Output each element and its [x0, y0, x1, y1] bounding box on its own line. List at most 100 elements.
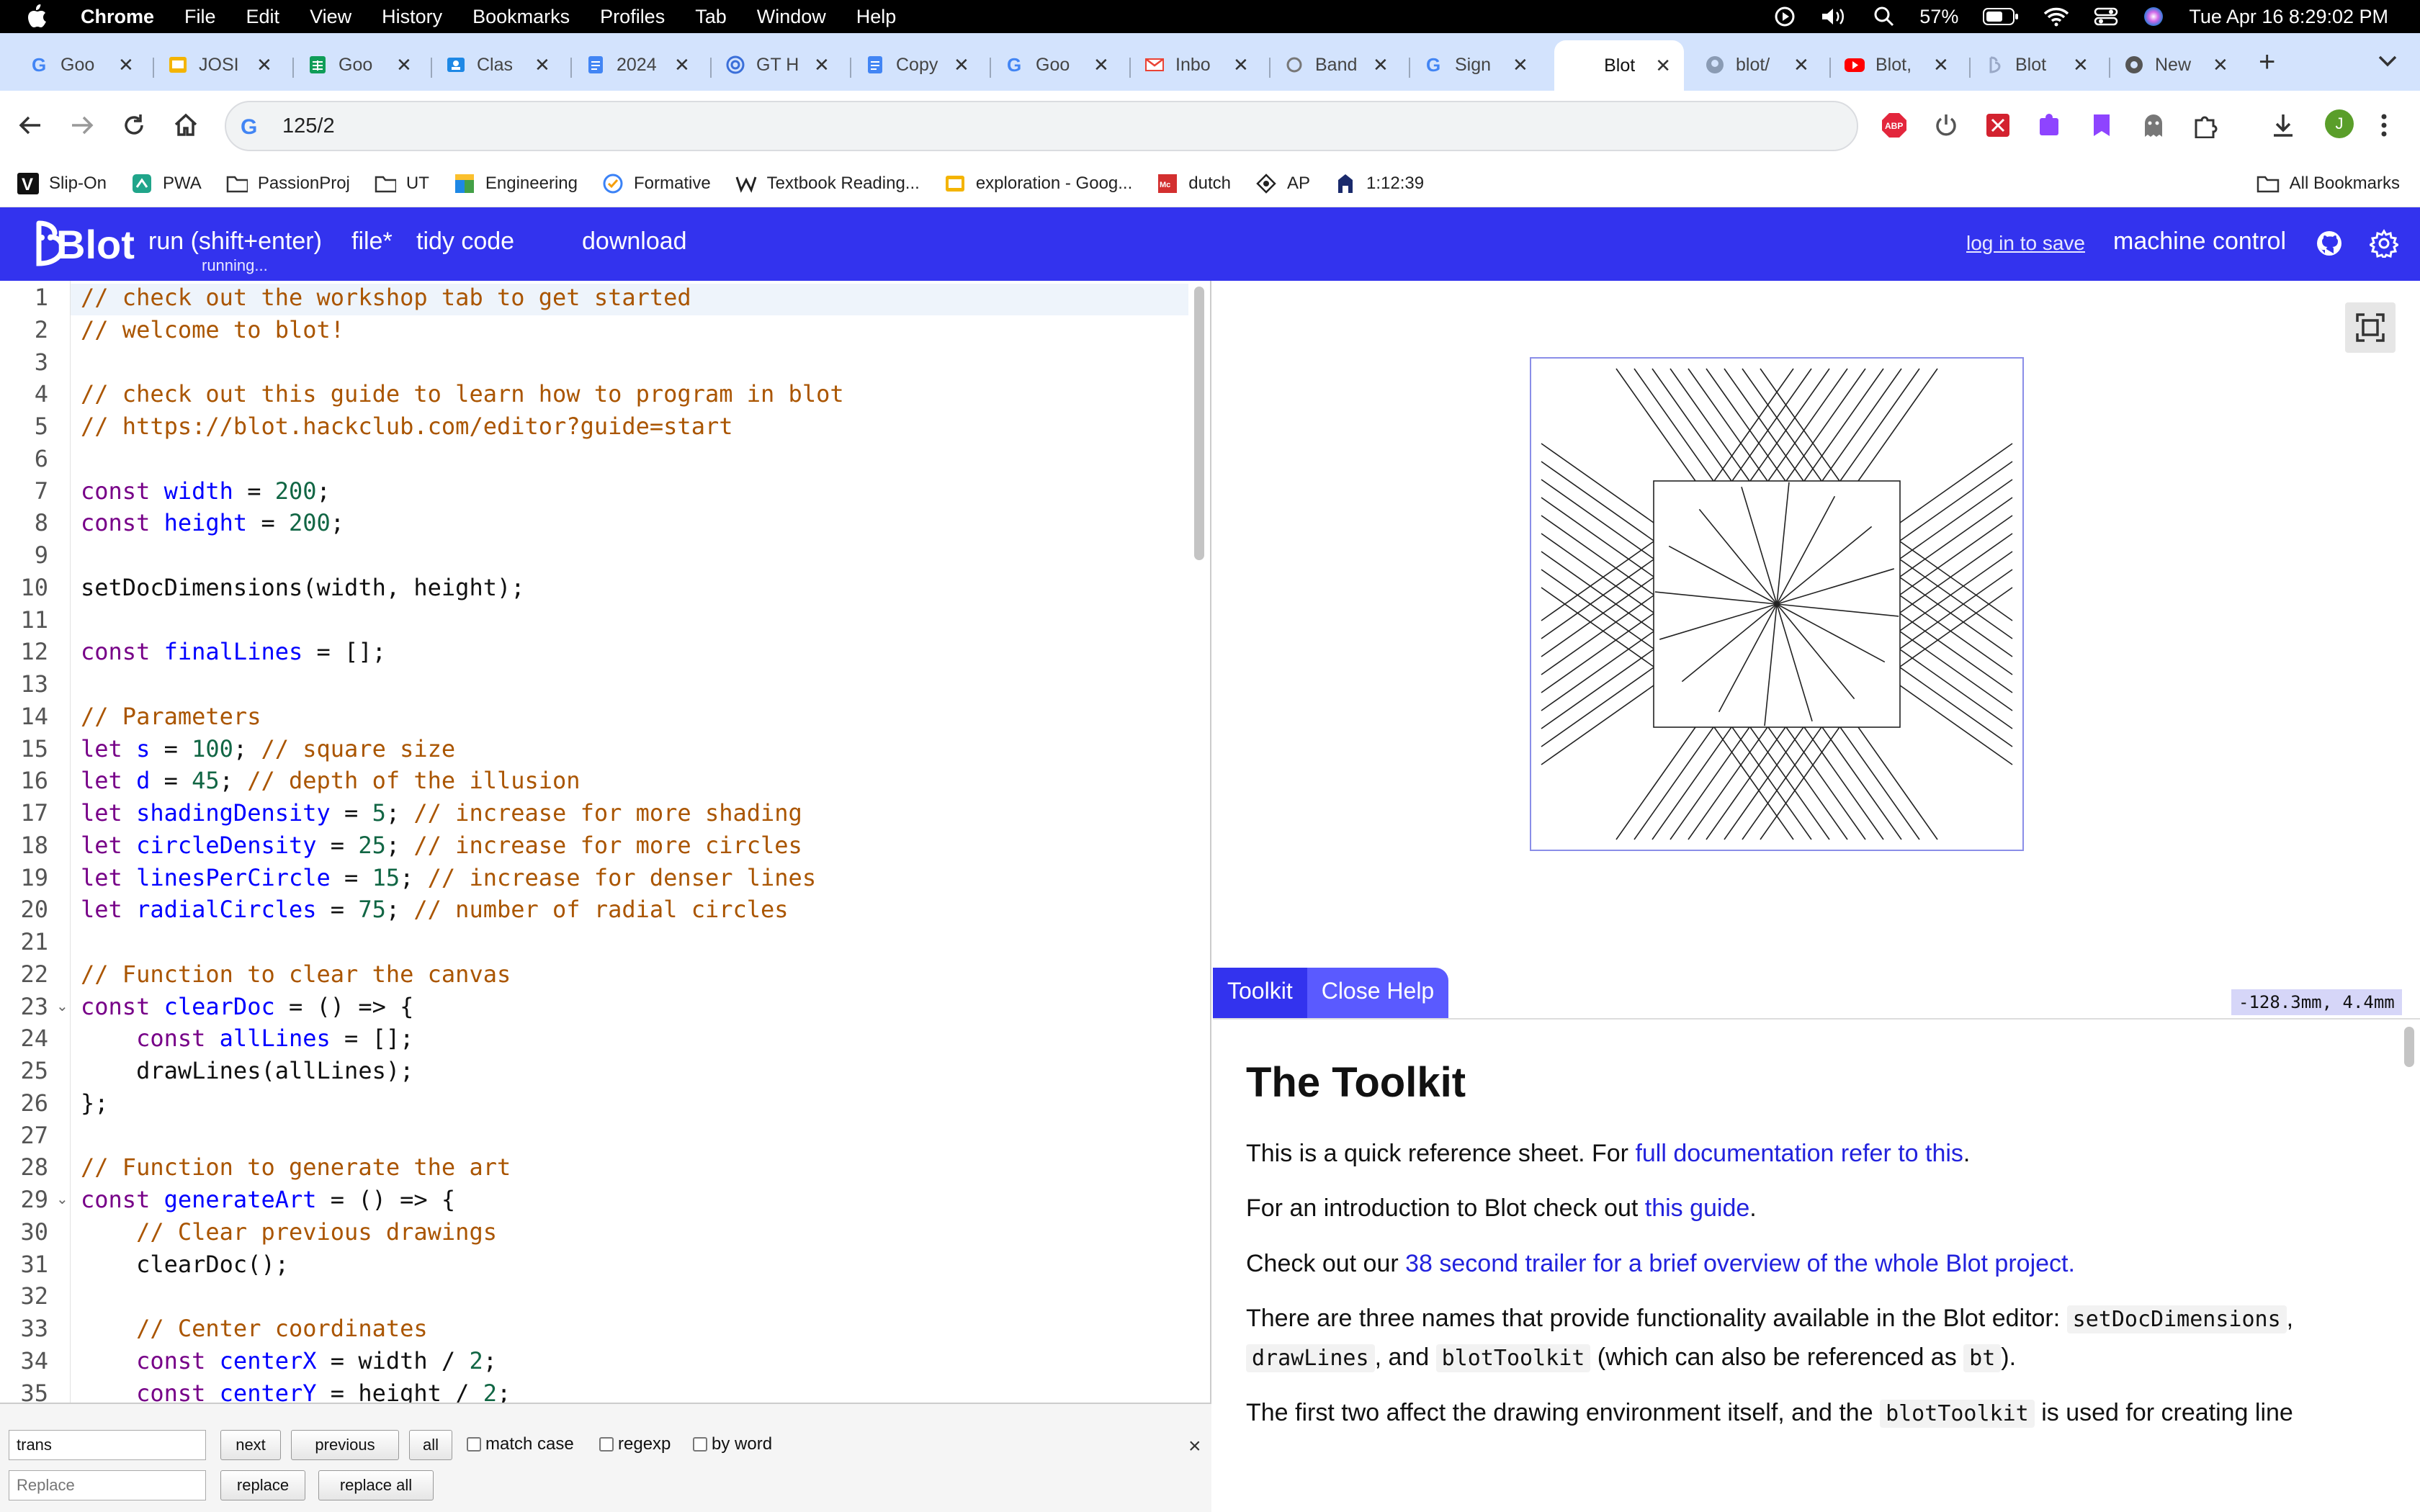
machine-control-button[interactable]: machine control: [2113, 228, 2286, 256]
download-button[interactable]: download: [582, 228, 687, 256]
browser-tab[interactable]: G Sign ✕: [1423, 43, 1528, 86]
close-tab-icon[interactable]: ✕: [396, 54, 412, 76]
menu-bookmarks[interactable]: Bookmarks: [472, 6, 570, 28]
fold-chevron-icon[interactable]: ⌄: [56, 997, 68, 1015]
bookmark-ap[interactable]: AP: [1255, 173, 1310, 194]
bookmark-exploration[interactable]: exploration - Goog...: [944, 173, 1132, 194]
code-line[interactable]: // welcome to blot!: [81, 316, 344, 343]
search-all-button[interactable]: all: [409, 1430, 452, 1460]
bookmark-formative[interactable]: Formative: [602, 173, 711, 194]
code-line[interactable]: clearDoc();: [81, 1251, 289, 1278]
reload-icon[interactable]: [120, 111, 148, 140]
address-bar[interactable]: G 125/2: [225, 101, 1858, 151]
code-line[interactable]: setDocDimensions(width, height);: [81, 574, 525, 601]
menu-app-chrome[interactable]: Chrome: [81, 6, 154, 28]
blot-logo[interactable]: Blot: [27, 217, 135, 271]
close-tab-icon[interactable]: ✕: [256, 54, 272, 76]
code-line[interactable]: // check out the workshop tab to get sta…: [81, 284, 691, 311]
browser-tab[interactable]: Copy ✕: [864, 43, 969, 86]
code-line[interactable]: let circleDensity = 25; // increase for …: [81, 832, 802, 859]
wifi-icon[interactable]: [2043, 6, 2069, 27]
close-tab-icon[interactable]: ✕: [674, 54, 690, 76]
back-arrow-icon[interactable]: [16, 111, 45, 140]
code-line[interactable]: // Clear previous drawings: [81, 1218, 497, 1246]
extension-puzzle-purple-icon[interactable]: [2037, 112, 2063, 138]
code-line[interactable]: let shadingDensity = 5; // increase for …: [81, 799, 802, 827]
login-link[interactable]: log in to save: [1966, 232, 2085, 255]
battery-icon[interactable]: [1983, 7, 2019, 26]
drawing-canvas[interactable]: [1530, 357, 2024, 851]
code-line[interactable]: // https://blot.hackclub.com/editor?guid…: [81, 413, 732, 440]
browser-tab[interactable]: New ✕: [2123, 43, 2228, 86]
checkbox-box[interactable]: [599, 1437, 614, 1452]
new-tab-plus-icon[interactable]: +: [2259, 46, 2275, 78]
editor-vertical-scrollbar[interactable]: [1194, 287, 1204, 560]
replace-input[interactable]: [9, 1470, 206, 1500]
tab-close-help[interactable]: Close Help: [1307, 968, 1449, 1018]
code-line[interactable]: const allLines = [];: [81, 1025, 413, 1052]
home-icon[interactable]: [171, 111, 200, 140]
browser-tab[interactable]: GT H ✕: [725, 43, 830, 86]
fold-chevron-icon[interactable]: ⌄: [56, 1190, 68, 1208]
siri-icon[interactable]: [2143, 6, 2164, 27]
close-tab-icon[interactable]: ✕: [954, 54, 969, 76]
full-documentation-link[interactable]: full documentation refer to this: [1635, 1140, 1963, 1167]
guide-link[interactable]: this guide: [1645, 1194, 1750, 1222]
menu-window[interactable]: Window: [757, 6, 826, 28]
search-next-button[interactable]: next: [220, 1430, 281, 1460]
code-line[interactable]: const finalLines = [];: [81, 638, 386, 665]
code-line[interactable]: // Center coordinates: [81, 1315, 428, 1342]
menu-profiles[interactable]: Profiles: [600, 6, 665, 28]
code-line[interactable]: // Function to generate the art: [81, 1153, 511, 1181]
code-line[interactable]: const clearDoc = () => {: [81, 993, 413, 1020]
browser-tab[interactable]: Goo ✕: [307, 43, 412, 86]
checkbox-box[interactable]: [467, 1437, 481, 1452]
browser-tab[interactable]: 2024 ✕: [585, 43, 690, 86]
close-tab-icon[interactable]: ✕: [1655, 55, 1671, 77]
download-icon[interactable]: [2270, 112, 2296, 138]
kebab-menu-icon[interactable]: [2377, 112, 2391, 138]
close-tab-icon[interactable]: ✕: [118, 54, 134, 76]
trailer-link[interactable]: 38 second trailer for a brief overview o…: [1405, 1250, 2075, 1277]
extension-bookmark-purple-icon[interactable]: [2089, 112, 2115, 138]
all-bookmarks[interactable]: All Bookmarks: [2257, 174, 2400, 194]
browser-tab[interactable]: blot/ ✕: [1704, 43, 1809, 86]
forward-arrow-icon[interactable]: [68, 111, 97, 140]
browser-tab[interactable]: G Goo ✕: [1004, 43, 1109, 86]
replace-all-button[interactable]: replace all: [318, 1470, 434, 1500]
bookmark-slip-on[interactable]: V Slip-On: [17, 172, 107, 194]
close-tab-icon[interactable]: ✕: [1093, 54, 1109, 76]
code-line[interactable]: };: [81, 1089, 109, 1117]
tab-toolkit[interactable]: Toolkit: [1213, 968, 1307, 1018]
gear-icon[interactable]: [2370, 229, 2398, 258]
extensions-puzzle-icon[interactable]: [2192, 112, 2218, 138]
github-icon[interactable]: [2315, 229, 2344, 258]
address-url[interactable]: 125/2: [282, 114, 335, 138]
bookmark-textbook[interactable]: Textbook Reading...: [735, 173, 920, 194]
replace-button[interactable]: replace: [220, 1470, 305, 1500]
search-previous-button[interactable]: previous: [291, 1430, 399, 1460]
code-line[interactable]: const centerX = width / 2;: [81, 1347, 497, 1374]
close-tab-icon[interactable]: ✕: [1373, 54, 1389, 76]
browser-tab[interactable]: Clas ✕: [445, 43, 550, 86]
avatar[interactable]: J: [2325, 109, 2354, 138]
play-icon[interactable]: [1774, 6, 1796, 27]
close-tab-icon[interactable]: ✕: [814, 54, 830, 76]
code-line[interactable]: const generateArt = () => {: [81, 1186, 455, 1213]
close-tab-icon[interactable]: ✕: [1933, 54, 1949, 76]
close-tab-icon[interactable]: ✕: [534, 54, 550, 76]
clock[interactable]: Tue Apr 16 8:29:02 PM: [2189, 6, 2388, 28]
code-line[interactable]: const height = 200;: [81, 509, 344, 536]
close-tab-icon[interactable]: ✕: [2213, 54, 2228, 76]
apple-icon[interactable]: [26, 4, 59, 29]
close-tab-icon[interactable]: ✕: [1233, 54, 1249, 76]
menu-view[interactable]: View: [310, 6, 351, 28]
bookmark-timer[interactable]: 1:12:39: [1335, 173, 1424, 194]
browser-tab[interactable]: Blot, ✕: [1844, 43, 1949, 86]
chevron-down-icon[interactable]: [2377, 53, 2398, 69]
by-word-checkbox[interactable]: by word: [693, 1434, 772, 1454]
code-line[interactable]: // Parameters: [81, 703, 261, 730]
close-tab-icon[interactable]: ✕: [1512, 54, 1528, 76]
run-button[interactable]: run (shift+enter): [148, 228, 322, 256]
checkbox-box[interactable]: [693, 1437, 707, 1452]
